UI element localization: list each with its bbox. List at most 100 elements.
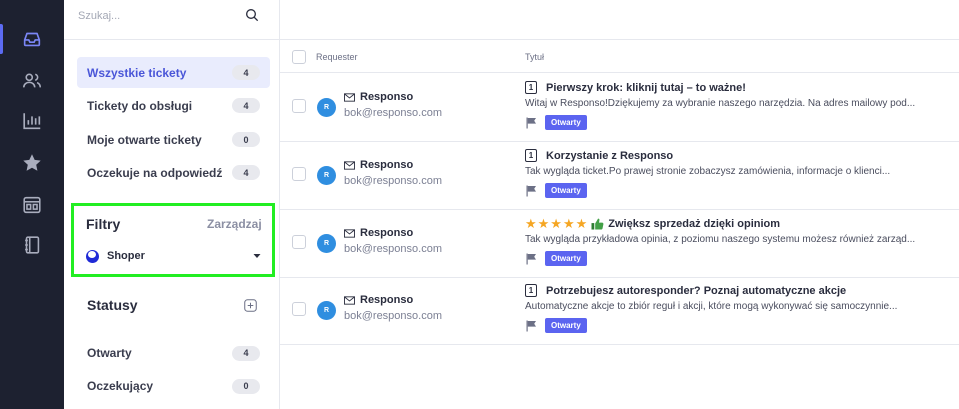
users-icon: [22, 73, 42, 88]
row-checkbox[interactable]: [292, 235, 306, 249]
ticket-preview: Witaj w Responso!Dziękujemy za wybranie …: [525, 98, 916, 109]
folder-label: Oczekuje na odpowiedź: [87, 165, 223, 180]
requester-name-text: Responso: [360, 227, 414, 239]
flag-icon[interactable]: [525, 253, 537, 265]
thumbs-up-icon: [591, 218, 604, 230]
avatar: R: [317, 301, 336, 320]
rating-stars: ★★★★★: [525, 216, 589, 231]
ticket-meta: Otwarty: [525, 115, 587, 130]
count-badge: 4: [232, 98, 260, 113]
ticket-preview: Automatyczne akcje to zbiór reguł i akcj…: [525, 301, 898, 312]
count-badge: 4: [232, 165, 260, 180]
ticket-title[interactable]: 1 Korzystanie z Responso: [525, 149, 673, 162]
ticket-meta: Otwarty: [525, 183, 587, 198]
ticket-list-area: Requester Tytuł R Responso bok@responso.…: [280, 0, 959, 409]
count-badge: 4: [232, 345, 260, 361]
folder-label: Moje otwarte tickety: [87, 132, 202, 147]
requester-email: bok@responso.com: [344, 310, 442, 322]
layout-icon: [23, 196, 41, 214]
status-label: Oczekujący: [87, 379, 154, 393]
flag-icon[interactable]: [525, 320, 537, 332]
rail-layout[interactable]: [0, 186, 64, 224]
ticket-meta: Otwarty: [525, 318, 587, 333]
envelope-icon: [344, 160, 355, 170]
table-header: Requester Tytuł: [280, 41, 959, 73]
folder-all-tickets[interactable]: Wszystkie tickety 4: [77, 57, 270, 88]
requester-name: Responso: [344, 227, 413, 239]
filters-heading: Filtry: [86, 216, 121, 232]
requester-name: Responso: [344, 159, 413, 171]
status-item-open[interactable]: Otwarty 4: [77, 341, 270, 365]
envelope-icon: [344, 295, 355, 305]
filter-shoper-dropdown[interactable]: Shoper: [86, 247, 262, 265]
avatar: R: [317, 166, 336, 185]
ticket-title[interactable]: ★★★★★ Zwiększ sprzedaż dzięki opiniom: [525, 216, 780, 232]
status-badge: Otwarty: [545, 183, 587, 198]
flag-icon[interactable]: [525, 117, 537, 129]
ticket-title[interactable]: 1 Pierwszy krok: kliknij tutaj – to ważn…: [525, 81, 746, 94]
table-row[interactable]: R Responso bok@responso.com 1 Potrzebuje…: [280, 277, 959, 345]
avatar: R: [317, 98, 336, 117]
folder-awaiting-reply[interactable]: Oczekuje na odpowiedź 4: [77, 157, 270, 188]
message-count: 1: [525, 284, 537, 297]
rail-knowledge[interactable]: [0, 226, 64, 264]
requester-name-text: Responso: [360, 294, 414, 306]
folder-tickets-to-handle[interactable]: Tickety do obsługi 4: [77, 90, 270, 121]
table-row[interactable]: R Responso bok@responso.com 1 Korzystani…: [280, 142, 959, 210]
ticket-title-text: Zwiększ sprzedaż dzięki opiniom: [608, 218, 781, 230]
star-icon: [23, 154, 41, 171]
ticket-title-text: Potrzebujesz autoresponder? Poznaj autom…: [546, 284, 847, 297]
status-badge: Otwarty: [545, 115, 587, 130]
book-icon: [25, 236, 40, 254]
row-checkbox[interactable]: [292, 99, 306, 113]
status-badge: Otwarty: [545, 251, 587, 266]
table-row[interactable]: R Responso bok@responso.com 1 Pierwszy k…: [280, 74, 959, 142]
divider: [64, 39, 279, 40]
avatar: R: [317, 234, 336, 253]
chevron-down-icon: [253, 254, 261, 258]
select-all-checkbox[interactable]: [292, 50, 306, 64]
ticket-title[interactable]: 1 Potrzebujesz autoresponder? Poznaj aut…: [525, 284, 846, 297]
rail-reports[interactable]: [0, 102, 64, 140]
folder-my-open-tickets[interactable]: Moje otwarte tickety 0: [77, 124, 270, 155]
top-bar: [280, 0, 959, 40]
filter-selected-label: Shoper: [107, 250, 145, 262]
folder-panel: Wszystkie tickety 4 Tickety do obsługi 4…: [64, 0, 280, 409]
requester-name: Responso: [344, 294, 413, 306]
requester-name: Responso: [344, 91, 413, 103]
rail-users[interactable]: [0, 62, 64, 100]
filters-highlight-box: [71, 203, 275, 277]
count-badge: 0: [232, 132, 260, 147]
requester-email: bok@responso.com: [344, 243, 442, 255]
requester-email: bok@responso.com: [344, 175, 442, 187]
search-bar: [64, 0, 279, 36]
icon-rail: [0, 0, 64, 409]
row-checkbox[interactable]: [292, 167, 306, 181]
count-badge: 4: [232, 65, 260, 80]
message-count: 1: [525, 149, 537, 162]
folder-label: Wszystkie tickety: [87, 65, 187, 80]
requester-name-text: Responso: [360, 159, 414, 171]
flag-icon[interactable]: [525, 185, 537, 197]
ticket-preview: Tak wygląda przykładowa opinia, z poziom…: [525, 234, 916, 245]
add-status-icon[interactable]: [244, 299, 257, 312]
ticket-preview: Tak wygląda ticket.Po prawej stronie zob…: [525, 166, 891, 177]
table-row[interactable]: R Responso bok@responso.com ★★★★★ Zwięks…: [280, 210, 959, 278]
search-input[interactable]: [78, 7, 238, 25]
column-requester: Requester: [316, 52, 358, 62]
inbox-icon: [23, 32, 41, 47]
requester-email: bok@responso.com: [344, 107, 442, 119]
status-item-pending[interactable]: Oczekujący 0: [77, 374, 270, 398]
status-badge: Otwarty: [545, 318, 587, 333]
envelope-icon: [344, 228, 355, 238]
bar-chart-icon: [23, 113, 41, 130]
envelope-icon: [344, 92, 355, 102]
shoper-logo-icon: [86, 249, 99, 263]
filters-manage-link[interactable]: Zarządzaj: [207, 217, 262, 231]
rail-favorites[interactable]: [0, 144, 64, 182]
statuses-heading: Statusy: [87, 297, 138, 313]
search-icon[interactable]: [244, 7, 260, 23]
rail-inbox[interactable]: [0, 20, 64, 58]
row-checkbox[interactable]: [292, 302, 306, 316]
requester-name-text: Responso: [360, 91, 414, 103]
